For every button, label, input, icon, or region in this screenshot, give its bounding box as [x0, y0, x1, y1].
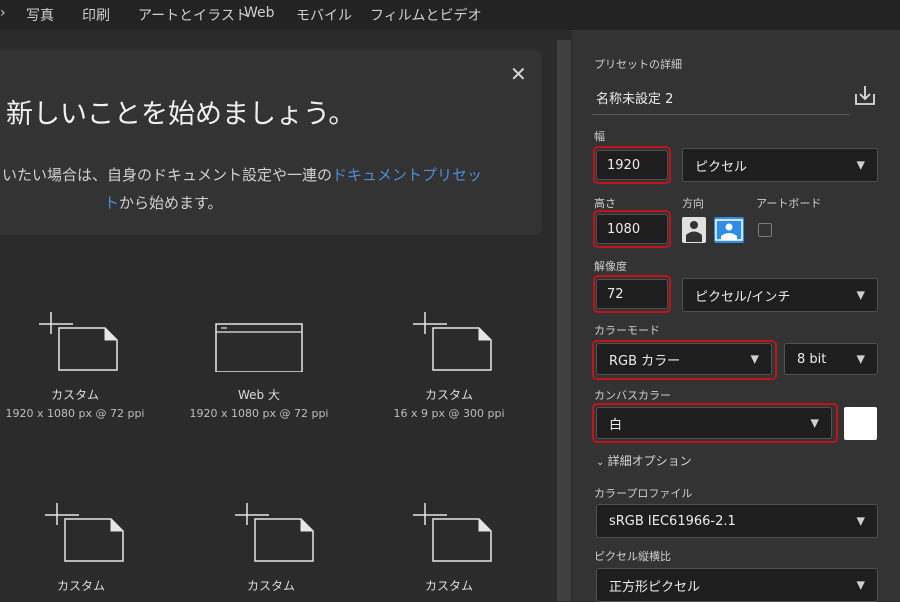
welcome-banner: ✕ 新しいことを始めましょう。 いたい場合は、自身のドキュメント設定や一連のドキ…: [0, 50, 542, 235]
color-mode-label: カラーモード: [594, 324, 660, 337]
bit-depth-select[interactable]: 8 bit ▼: [784, 343, 878, 375]
pixel-aspect-label: ピクセル縦横比: [594, 550, 671, 563]
chevron-down-icon: ▼: [856, 158, 865, 172]
chevron-down-icon: ▼: [856, 514, 865, 528]
width-label: 幅: [594, 130, 605, 143]
width-input[interactable]: 1920: [596, 150, 668, 180]
tab-art-illustration[interactable]: アートとイラスト: [138, 5, 249, 25]
resolution-unit-select[interactable]: ピクセル/インチ ▼: [682, 278, 878, 312]
resolution-input[interactable]: 72: [596, 279, 668, 309]
custom-document-icon: [399, 312, 499, 372]
canvas-color-label: カンバスカラー: [594, 389, 671, 402]
color-profile-select[interactable]: sRGB IEC61966-2.1 ▼: [596, 504, 878, 538]
custom-document-icon: [399, 503, 499, 563]
orientation-label: 方向: [682, 197, 704, 210]
preset-card[interactable]: カスタム: [0, 503, 166, 594]
tab-photo[interactable]: 写真: [26, 5, 54, 25]
chevron-down-icon: ▼: [856, 352, 865, 366]
preset-name: カスタム: [56, 579, 105, 593]
preset-card[interactable]: カスタム: [364, 503, 534, 594]
tab-print[interactable]: 印刷: [82, 5, 110, 25]
preset-name: Web 大: [238, 388, 280, 402]
preset-name: カスタム: [424, 579, 473, 593]
preset-category-bar: › 写真 印刷 アートとイラスト Web モバイル フィルムとビデオ: [0, 0, 900, 30]
preset-size: 16 x 9 px @ 300 ppi: [393, 407, 505, 420]
preset-card[interactable]: カスタム 16 x 9 px @ 300 ppi: [364, 312, 534, 420]
color-mode-select[interactable]: RGB カラー ▼: [596, 343, 772, 375]
preset-name: カスタム: [50, 388, 99, 402]
document-preset-link[interactable]: ドキュメントプリセッ: [332, 166, 482, 184]
preset-gallery: ✕ 新しいことを始めましょう。 いたい場合は、自身のドキュメント設定や一連のドキ…: [0, 30, 560, 601]
preset-card[interactable]: カスタム 1920 x 1080 px @ 72 ppi: [0, 312, 160, 420]
advanced-options-toggle[interactable]: ⌄ 詳細オプション: [596, 452, 692, 469]
custom-document-icon: [31, 503, 131, 563]
preset-size: 1920 x 1080 px @ 72 ppi: [189, 407, 329, 420]
close-icon[interactable]: ✕: [510, 62, 527, 86]
preset-name: カスタム: [424, 388, 473, 402]
tab-web[interactable]: Web: [244, 5, 275, 21]
welcome-description-line2: トから始めます。: [104, 194, 223, 212]
preset-size: 1920 x 1080 px @ 72 ppi: [5, 407, 145, 420]
artboard-label: アートボード: [756, 197, 822, 210]
height-label: 高さ: [594, 197, 616, 210]
previous-tab-chevron-icon[interactable]: ›: [0, 5, 6, 21]
custom-document-icon: [25, 312, 125, 372]
artboard-checkbox[interactable]: [758, 223, 772, 237]
tab-film-video[interactable]: フィルムとビデオ: [370, 5, 481, 25]
height-input[interactable]: 1080: [596, 214, 668, 244]
chevron-down-icon: ▼: [750, 352, 759, 366]
width-unit-select[interactable]: ピクセル ▼: [682, 148, 878, 182]
document-preset-link-cont[interactable]: ト: [104, 194, 119, 212]
preset-card[interactable]: カスタム: [186, 503, 356, 594]
pixel-aspect-select[interactable]: 正方形ピクセル ▼: [596, 568, 878, 602]
save-preset-icon[interactable]: [854, 84, 876, 106]
canvas-color-swatch[interactable]: [844, 407, 877, 440]
color-profile-label: カラープロファイル: [594, 487, 693, 500]
welcome-description-line1: いたい場合は、自身のドキュメント設定や一連のドキュメントプリセッ: [2, 166, 483, 184]
preset-details-panel: プリセットの詳細 名称未設定 2 幅 1920 ピクセル ▼ 高さ 1080 方向…: [572, 30, 900, 602]
document-name-input[interactable]: 名称未設定 2: [596, 88, 673, 107]
chevron-down-icon: ▼: [810, 416, 819, 430]
landscape-orientation-icon[interactable]: [714, 217, 744, 243]
custom-document-icon: [221, 503, 321, 563]
name-underline: [592, 114, 850, 115]
chevron-down-icon: ▼: [856, 578, 865, 592]
gallery-scrollbar[interactable]: [557, 40, 571, 601]
welcome-title: 新しいことを始めましょう。: [6, 99, 356, 130]
preset-name: カスタム: [246, 579, 295, 593]
portrait-orientation-icon[interactable]: [682, 217, 706, 243]
web-document-icon: [209, 312, 309, 373]
chevron-down-icon: ▼: [856, 288, 865, 302]
resolution-label: 解像度: [594, 260, 627, 273]
preset-card[interactable]: Web 大 1920 x 1080 px @ 72 ppi: [174, 312, 344, 420]
tab-mobile[interactable]: モバイル: [296, 5, 352, 25]
chevron-down-icon: ⌄: [596, 457, 608, 468]
preset-details-header: プリセットの詳細: [594, 58, 682, 71]
canvas-color-select[interactable]: 白 ▼: [596, 407, 832, 439]
